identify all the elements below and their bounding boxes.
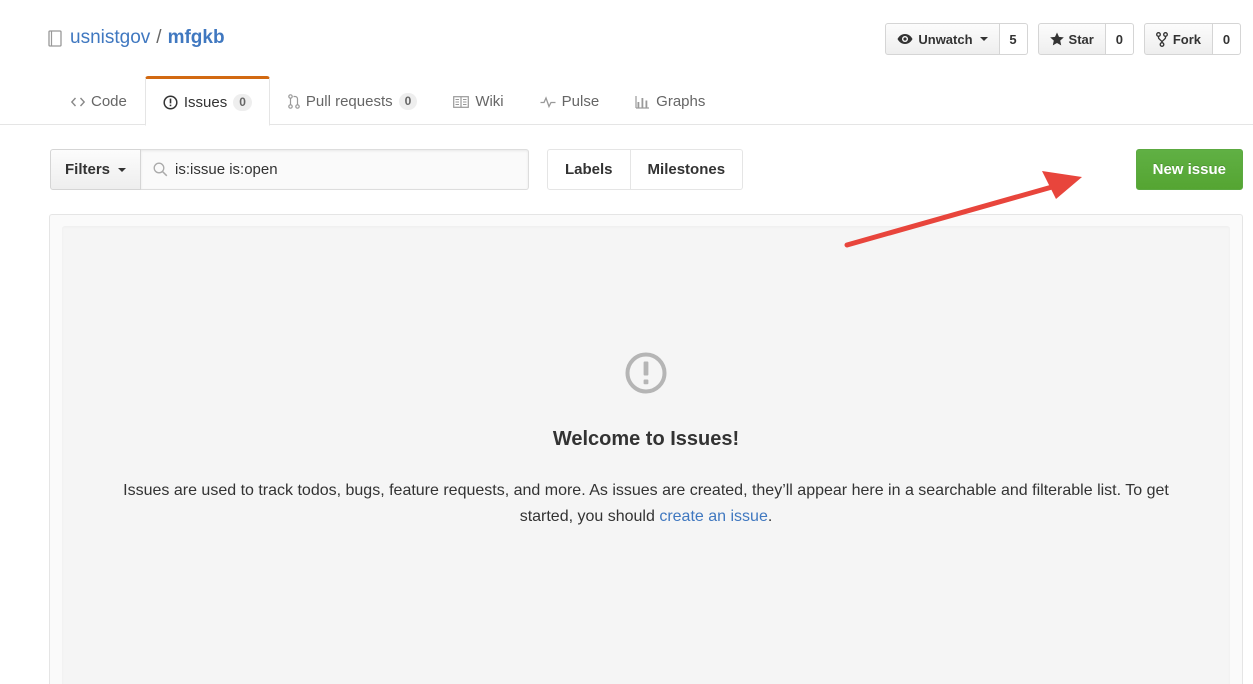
blankslate-title: Welcome to Issues! <box>552 428 740 450</box>
book-icon <box>453 95 470 108</box>
star-icon <box>1049 32 1064 46</box>
watchers-count[interactable]: 5 <box>999 23 1028 55</box>
annotation-arrow-icon <box>844 171 1082 248</box>
repo-name-link[interactable]: mfgkb <box>168 26 225 50</box>
labels-milestones-group: Labels Milestones <box>547 149 744 190</box>
tab-graphs-label: Graphs <box>656 93 706 110</box>
blankslate-text-after: . <box>767 508 773 525</box>
repo-header: usnistgov / mfgkb Unwatch 5 Star 0 Fork … <box>0 0 1253 126</box>
repo-actions: Unwatch 5 Star 0 Fork 0 <box>885 23 1241 55</box>
create-issue-link[interactable]: create an issue <box>659 508 768 525</box>
eye-icon <box>897 34 913 44</box>
tab-issues-label: Issues <box>183 93 228 111</box>
blankslate-text-before: Issues are used to track todos, bugs, fe… <box>123 482 1169 525</box>
search-icon <box>153 162 168 177</box>
star-group: Star 0 <box>1037 23 1134 55</box>
issue-opened-large-icon <box>625 352 667 394</box>
repo-nav-tabs: Code Issues 0 Pull requests 0 Wiki Pulse… <box>53 76 723 126</box>
tab-wiki-label: Wiki <box>475 93 504 110</box>
watch-group: Unwatch 5 <box>885 23 1028 55</box>
issues-counter: 0 <box>233 93 252 111</box>
repo-icon <box>48 29 62 47</box>
labels-button[interactable]: Labels <box>547 149 631 190</box>
caret-down-icon <box>118 167 127 172</box>
tab-pulse[interactable]: Pulse <box>522 76 618 125</box>
star-button[interactable]: Star <box>1037 23 1106 55</box>
pull-requests-counter: 0 <box>398 93 418 110</box>
tab-wiki[interactable]: Wiki <box>435 76 521 125</box>
filters-label: Filters <box>65 161 111 178</box>
issues-search-box <box>141 149 530 190</box>
new-issue-button[interactable]: New issue <box>1135 149 1243 190</box>
issues-blankslate-container: Welcome to Issues! Issues are used to tr… <box>49 214 1243 684</box>
repo-owner-link[interactable]: usnistgov <box>70 26 150 50</box>
repo-separator: / <box>156 27 162 48</box>
star-label: Star <box>1068 31 1094 47</box>
graph-icon <box>635 95 650 109</box>
github-issues-page: usnistgov / mfgkb Unwatch 5 Star 0 Fork … <box>0 0 1253 684</box>
tab-code-label: Code <box>91 93 127 110</box>
code-icon <box>71 97 85 106</box>
forks-count[interactable]: 0 <box>1213 23 1241 55</box>
git-pull-request-icon <box>288 94 300 109</box>
stargazers-count[interactable]: 0 <box>1105 23 1134 55</box>
caret-down-icon <box>979 37 988 41</box>
tab-pull-requests[interactable]: Pull requests 0 <box>270 76 435 125</box>
issues-blankslate: Welcome to Issues! Issues are used to tr… <box>62 226 1230 684</box>
fork-label: Fork <box>1172 31 1201 47</box>
repo-title: usnistgov / mfgkb <box>48 26 225 50</box>
tab-pulse-label: Pulse <box>561 93 600 110</box>
blankslate-description: Issues are used to track todos, bugs, fe… <box>102 478 1190 530</box>
pulse-icon <box>540 95 556 108</box>
unwatch-button[interactable]: Unwatch <box>885 23 1000 55</box>
tab-issues[interactable]: Issues 0 <box>144 76 270 126</box>
unwatch-label: Unwatch <box>918 31 973 47</box>
tab-code[interactable]: Code <box>53 76 145 125</box>
repo-forked-icon <box>1155 31 1168 47</box>
tab-graphs[interactable]: Graphs <box>617 76 723 125</box>
filters-button[interactable]: Filters <box>50 149 142 190</box>
fork-button[interactable]: Fork <box>1143 23 1213 55</box>
filters-search-group: Filters <box>50 149 530 190</box>
milestones-button[interactable]: Milestones <box>630 149 744 190</box>
issue-opened-icon <box>163 94 178 110</box>
fork-group: Fork 0 <box>1143 23 1241 55</box>
tab-pull-requests-label: Pull requests <box>305 93 393 110</box>
issues-search-input[interactable] <box>175 150 521 189</box>
